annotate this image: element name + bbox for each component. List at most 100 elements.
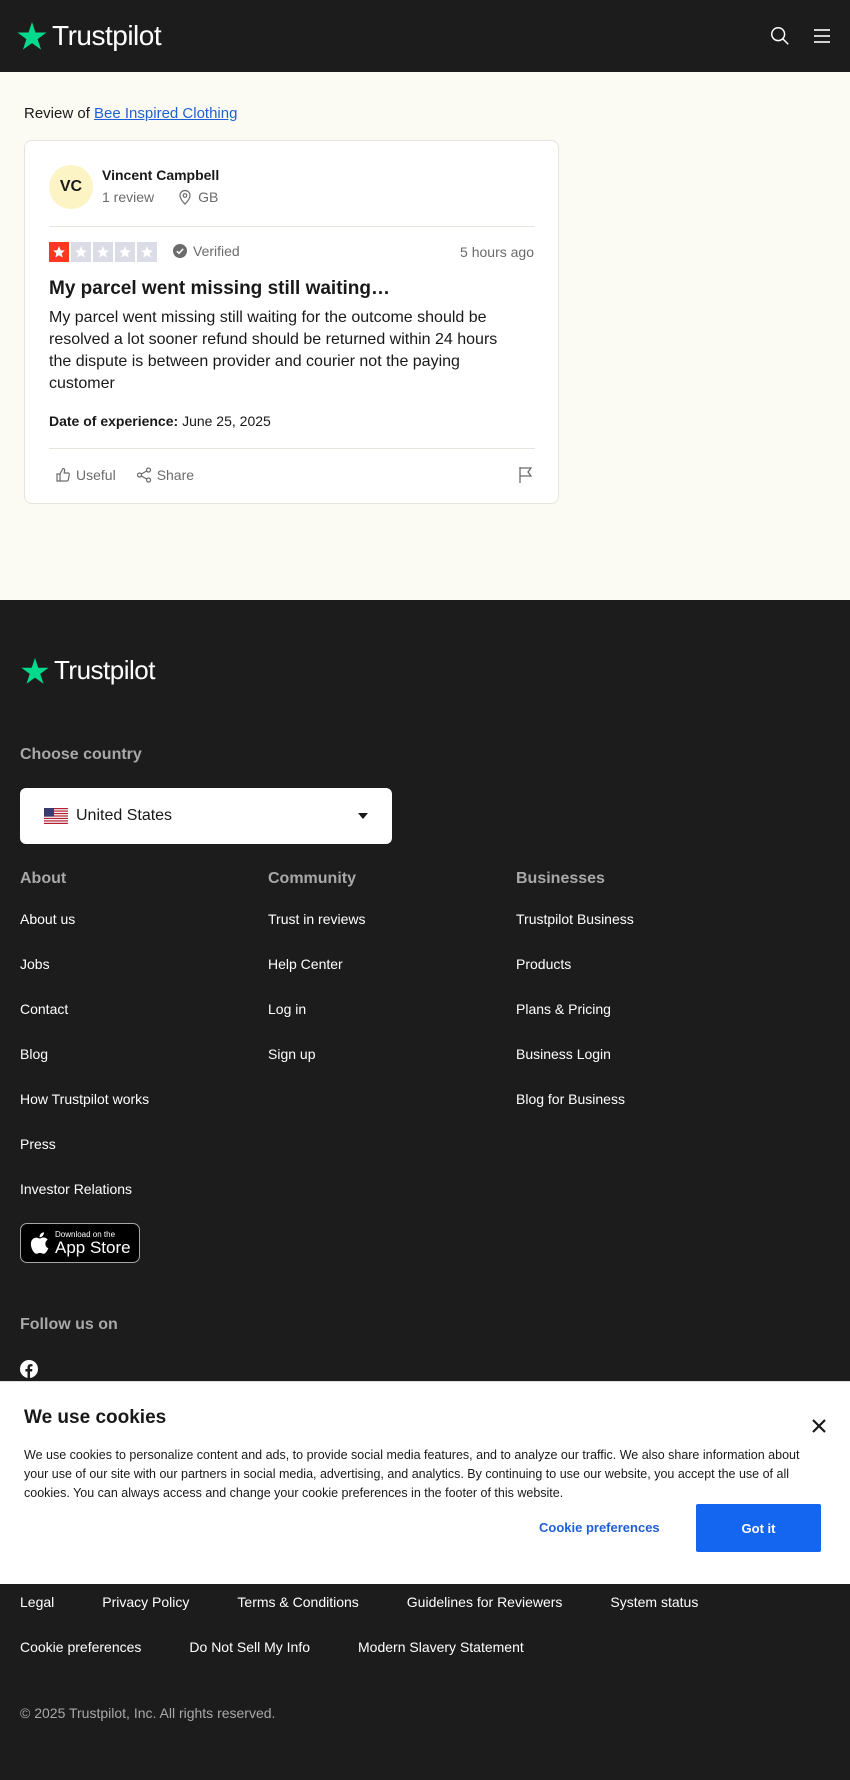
share-label: Share: [156, 467, 195, 483]
community-heading: Community: [268, 870, 356, 887]
star-rating: [49, 242, 157, 262]
star-empty-icon: [71, 242, 91, 262]
site-footer: Trustpilot Choose country United States …: [0, 600, 850, 1780]
footer-link[interactable]: About us: [20, 910, 149, 955]
got-it-button[interactable]: Got it: [696, 1504, 821, 1552]
site-header: Trustpilot: [0, 0, 850, 72]
footer-link[interactable]: Plans & Pricing: [516, 1000, 634, 1045]
footer-col-community: Community Trust in reviews Help Center Log…: [268, 870, 366, 1090]
verified-label: Verified: [193, 243, 240, 259]
copyright: © 2025 Trustpilot, Inc. All rights reser…: [20, 1705, 276, 1721]
trustpilot-star-icon: [21, 657, 49, 684]
business-link[interactable]: Bee Inspired Clothing: [94, 105, 237, 122]
flag-icon[interactable]: [518, 466, 534, 489]
header-actions: [768, 24, 834, 48]
cookie-text: We use cookies to personalize content an…: [24, 1448, 800, 1500]
search-icon[interactable]: [768, 24, 792, 48]
cookie-banner: We use cookies We use cookies to persona…: [0, 1381, 850, 1584]
legal-link[interactable]: Privacy Policy: [102, 1594, 189, 1610]
experience-label: Date of experience:: [49, 413, 179, 429]
star-empty-icon: [137, 242, 157, 262]
follow-us-label: Follow us on: [20, 1316, 118, 1333]
footer-link[interactable]: Jobs: [20, 955, 149, 1000]
divider: [49, 226, 535, 227]
close-icon[interactable]: [812, 1419, 826, 1438]
trustpilot-logo[interactable]: Trustpilot: [16, 20, 162, 52]
review-title: My parcel went missing still waiting…: [49, 278, 391, 299]
star-filled-icon: [49, 242, 69, 262]
country-selected: United States: [76, 807, 173, 824]
legal-link[interactable]: System status: [610, 1594, 698, 1610]
caret-down-icon: [358, 813, 368, 819]
consumer-meta: 1 review GB: [102, 189, 218, 205]
main-content: Review of Bee Inspired Clothing VC Vince…: [0, 72, 850, 600]
facebook-icon[interactable]: [20, 1360, 38, 1383]
footer-link[interactable]: How Trustpilot works: [20, 1090, 149, 1135]
app-store-text: Download on the App Store: [55, 1230, 131, 1257]
footer-link[interactable]: Log in: [268, 1000, 366, 1045]
cookie-title: We use cookies: [24, 1407, 167, 1428]
star-empty-icon: [93, 242, 113, 262]
useful-label: Useful: [76, 467, 116, 483]
footer-col-businesses: Businesses Trustpilot Business Products Pl…: [516, 870, 634, 1135]
legal-link[interactable]: Guidelines for Reviewers: [407, 1594, 563, 1610]
experience-date: June 25, 2025: [182, 413, 271, 429]
review-actions: Useful Share: [55, 467, 194, 483]
community-links: Trust in reviews Help Center Log in Sign up: [268, 910, 366, 1090]
thumbs-up-icon: [56, 467, 70, 482]
footer-link[interactable]: Sign up: [268, 1045, 366, 1090]
businesses-heading: Businesses: [516, 870, 605, 887]
country-select[interactable]: United States: [20, 788, 392, 844]
location-pin-icon: [179, 189, 191, 205]
cookie-preferences-button[interactable]: Cookie preferences: [539, 1520, 660, 1535]
app-store-button[interactable]: Download on the App Store: [20, 1223, 140, 1263]
about-heading: About: [20, 870, 67, 887]
app-store-big: App Store: [55, 1237, 131, 1257]
review-of: Review of Bee Inspired Clothing: [24, 105, 237, 122]
check-circle-icon: [173, 244, 187, 258]
about-links: About us Jobs Contact Blog How Trustpilot wo…: [20, 910, 149, 1225]
footer-link[interactable]: Blog: [20, 1045, 149, 1090]
legal-link[interactable]: Cookie preferences: [20, 1639, 141, 1655]
avatar[interactable]: VC: [49, 165, 93, 209]
menu-icon[interactable]: [810, 24, 834, 48]
footer-logo[interactable]: Trustpilot: [20, 655, 155, 686]
date-of-experience: Date of experience: June 25, 2025: [49, 413, 271, 429]
review-body: My parcel went missing still waiting for…: [49, 309, 498, 392]
consumer-country: GB: [198, 189, 219, 205]
footer-link[interactable]: Investor Relations: [20, 1180, 149, 1225]
footer-link[interactable]: Trustpilot Business: [516, 910, 634, 955]
star-empty-icon: [115, 242, 135, 262]
consumer-name[interactable]: Vincent Campbell: [102, 167, 219, 183]
divider: [49, 448, 535, 449]
footer-link[interactable]: Business Login: [516, 1045, 634, 1090]
footer-link[interactable]: Contact: [20, 1000, 149, 1045]
legal-links-row-1: Legal Privacy Policy Terms & Conditions Gui…: [20, 1594, 698, 1610]
useful-button[interactable]: Useful: [55, 467, 116, 483]
legal-links-row-2: Cookie preferences Do Not Sell My Info Mod…: [20, 1639, 524, 1655]
us-flag-icon: [44, 808, 68, 824]
footer-link[interactable]: Trust in reviews: [268, 910, 366, 955]
review-count: 1 review: [102, 189, 155, 205]
choose-country-label: Choose country: [20, 746, 142, 763]
legal-link[interactable]: Modern Slavery Statement: [358, 1639, 524, 1655]
logo-text: Trustpilot: [52, 20, 162, 51]
footer-link[interactable]: Products: [516, 955, 634, 1000]
verified-badge[interactable]: Verified: [173, 243, 240, 259]
share-button[interactable]: Share: [136, 467, 194, 483]
footer-col-about: About About us Jobs Contact Blog How Trustpi…: [20, 870, 149, 1225]
footer-link[interactable]: Press: [20, 1135, 149, 1180]
review-of-label: Review of: [24, 105, 90, 122]
footer-link[interactable]: Blog for Business: [516, 1090, 634, 1135]
apple-icon: [30, 1232, 49, 1254]
business-links: Trustpilot Business Products Plans & Prici…: [516, 910, 634, 1135]
review-card: VC Vincent Campbell 1 review GB Verified…: [24, 140, 559, 504]
legal-link[interactable]: Legal: [20, 1594, 54, 1610]
trustpilot-star-icon: [17, 22, 47, 50]
legal-link[interactable]: Terms & Conditions: [237, 1594, 358, 1610]
share-icon: [136, 467, 151, 483]
legal-link[interactable]: Do Not Sell My Info: [189, 1639, 310, 1655]
footer-link[interactable]: Help Center: [268, 955, 366, 1000]
review-time: 5 hours ago: [460, 244, 534, 260]
footer-logo-text: Trustpilot: [54, 655, 155, 685]
